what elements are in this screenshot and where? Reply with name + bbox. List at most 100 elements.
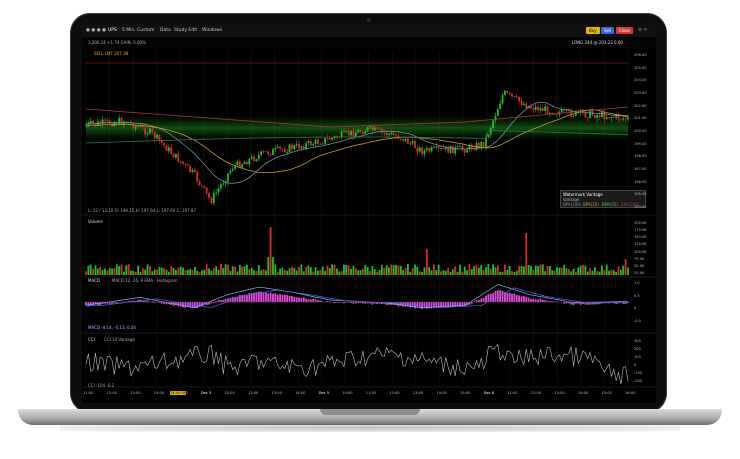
volume-bar <box>619 269 622 275</box>
volume-bar <box>343 264 345 275</box>
volume-bar <box>295 270 298 275</box>
macd-histogram-bar <box>515 295 518 303</box>
macd-histogram-bar <box>518 295 521 303</box>
candle-body <box>395 135 397 136</box>
volume-bar <box>617 266 620 275</box>
volume-bar <box>205 264 208 275</box>
volume-bar <box>146 264 149 275</box>
volume-bar <box>314 267 317 275</box>
volume-bar <box>167 271 170 275</box>
volume-bar <box>591 270 594 275</box>
candle-body <box>170 147 173 154</box>
y-tick-label: 75.0K <box>634 256 645 261</box>
candle-body <box>132 123 135 129</box>
candle-body <box>291 144 293 150</box>
volume-bar <box>511 271 513 275</box>
candle-body <box>383 131 386 133</box>
candle-body <box>196 171 199 182</box>
volume-bar <box>570 271 573 275</box>
candle-body <box>489 127 492 135</box>
volume-bar <box>461 271 464 275</box>
y-tick-label: 0 <box>634 363 637 367</box>
candle-body <box>359 129 362 132</box>
candle-body <box>272 149 274 156</box>
volume-bar <box>317 270 319 275</box>
volume-bar <box>482 269 485 275</box>
y-tick-label: 0 <box>634 306 637 311</box>
macd-histogram-bar <box>300 298 303 303</box>
order-line-label[interactable]: SELL LMT 207.39 <box>94 51 128 56</box>
candle-body <box>250 156 253 159</box>
candle-body <box>404 138 407 141</box>
x-tick-label: 11:00 <box>507 391 518 395</box>
volume-bar <box>293 267 296 275</box>
volume-bar <box>340 271 343 275</box>
volume-bar <box>487 264 490 275</box>
volume-bar <box>556 267 558 275</box>
candle-body <box>309 141 312 146</box>
candle-body <box>302 146 305 149</box>
volume-bar <box>563 264 565 275</box>
volume-bar <box>253 270 255 275</box>
candle-body <box>385 132 388 135</box>
macd-histogram-bar <box>485 295 487 303</box>
volume-bar <box>208 268 210 275</box>
volume-bar <box>288 268 291 275</box>
y-tick-label: -0.5 <box>634 319 642 323</box>
volume-bar <box>141 268 144 275</box>
candle-body <box>156 134 158 139</box>
volume-bar <box>234 266 237 275</box>
volume-bar <box>151 271 154 275</box>
volume-bar <box>92 268 95 275</box>
candle-body <box>153 131 156 139</box>
candle-body <box>203 185 206 188</box>
volume-bar <box>463 266 466 275</box>
volume-bar <box>357 270 360 275</box>
candle-body <box>146 133 149 135</box>
candle-body <box>463 149 466 153</box>
volume-bar <box>300 264 303 275</box>
candle-body <box>104 119 106 121</box>
y-tick-label: 203.00 <box>634 91 647 95</box>
volume-bar <box>335 268 338 275</box>
volume-bar <box>163 268 166 275</box>
macd-histogram-bar <box>352 302 355 304</box>
volume-bar <box>388 267 390 275</box>
legend-item: BPA(55) <box>602 202 618 207</box>
volume-bar <box>371 265 374 275</box>
volume-bar <box>539 264 542 275</box>
macd-footer: MACD -0.14, -0.13, 0.04 <box>88 325 136 330</box>
candle-body <box>560 109 563 113</box>
candle-body <box>326 138 329 139</box>
candle-body <box>246 161 248 165</box>
macd-histogram-bar <box>281 294 284 303</box>
volume-bar <box>191 269 194 275</box>
candle-body <box>345 131 348 132</box>
candle-body <box>347 131 350 136</box>
macd-histogram-bar <box>532 298 535 303</box>
macd-histogram-bar <box>305 298 308 303</box>
y-tick-label: 100 <box>634 355 641 359</box>
macd-histogram-bar <box>362 302 364 304</box>
y-tick-label: 200 <box>634 347 641 351</box>
volume-bar <box>324 271 326 275</box>
chart-canvas[interactable] <box>82 25 656 403</box>
volume-bar <box>149 265 151 275</box>
x-tick-label: 14:00 <box>153 391 165 395</box>
volume-bar <box>579 265 582 275</box>
volume-bar <box>596 271 599 275</box>
macd-histogram-bar <box>302 297 305 303</box>
volume-bar <box>499 271 502 275</box>
volume-bar <box>255 271 258 275</box>
macd-histogram-bar <box>248 293 251 303</box>
candle-body <box>262 151 265 153</box>
volume-bar <box>96 268 99 275</box>
macd-histogram-bar <box>269 292 272 303</box>
volume-bar <box>447 267 450 275</box>
candle-body <box>172 153 175 158</box>
y-tick-label: 200.00 <box>634 129 647 133</box>
volume-bar <box>312 271 315 275</box>
volume-bar <box>354 268 357 275</box>
candle-body <box>179 161 182 163</box>
volume-bar <box>279 268 281 275</box>
